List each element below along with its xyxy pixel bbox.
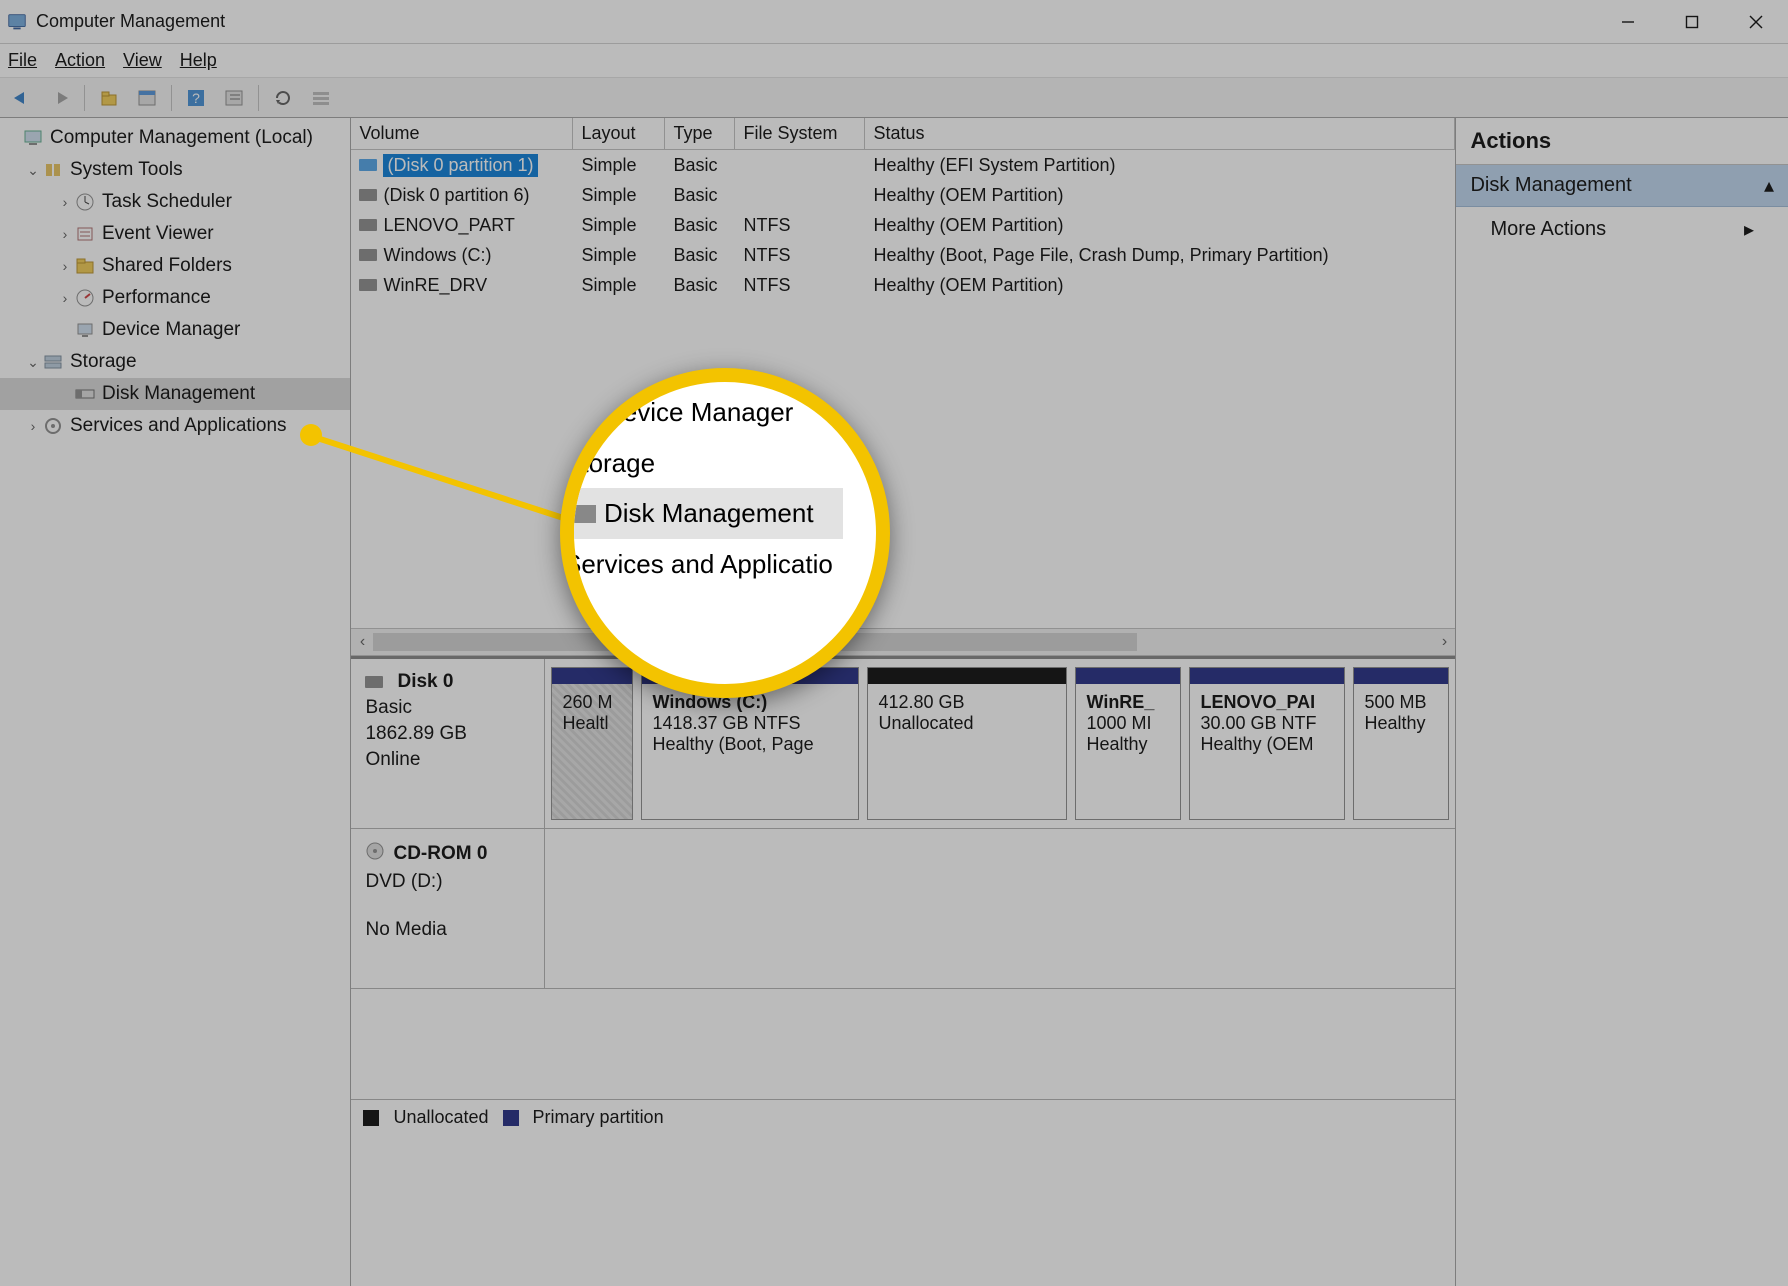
actions-pane: Actions Disk Management ▴ More Actions ▸ — [1456, 118, 1788, 1286]
volume-row[interactable]: Windows (C:)SimpleBasicNTFSHealthy (Boot… — [351, 240, 1455, 270]
col-type[interactable]: Type — [665, 118, 735, 149]
legend-unallocated-swatch — [363, 1110, 379, 1126]
scroll-left-icon[interactable]: ‹ — [351, 633, 373, 651]
maximize-button[interactable] — [1660, 0, 1724, 43]
list-button[interactable] — [305, 83, 337, 113]
back-button[interactable] — [6, 83, 38, 113]
legend-primary-label: Primary partition — [533, 1107, 664, 1128]
app-icon — [6, 11, 28, 33]
legend-unallocated-label: Unallocated — [393, 1107, 488, 1128]
tree-performance[interactable]: ›Performance — [0, 282, 350, 314]
tree-label: Services and Applications — [70, 415, 287, 437]
tree-label: Shared Folders — [102, 255, 232, 277]
volume-row[interactable]: (Disk 0 partition 6)SimpleBasicHealthy (… — [351, 180, 1455, 210]
tree-task-scheduler[interactable]: ›Task Scheduler — [0, 186, 350, 218]
tree-label: Computer Management (Local) — [50, 127, 313, 149]
close-button[interactable] — [1724, 0, 1788, 43]
tree-disk-management[interactable]: Disk Management — [0, 378, 350, 410]
tree-root[interactable]: Computer Management (Local) — [0, 122, 350, 154]
scroll-right-icon[interactable]: › — [1433, 633, 1455, 651]
menu-action[interactable]: Action — [55, 50, 105, 71]
window-title: Computer Management — [36, 11, 1596, 32]
tree-label: Task Scheduler — [102, 191, 232, 213]
tree-device-manager[interactable]: Device Manager — [0, 314, 350, 346]
refresh-button[interactable] — [267, 83, 299, 113]
center-pane: Volume Layout Type File System Status (D… — [351, 118, 1456, 1286]
svg-text:?: ? — [192, 90, 200, 106]
tree-shared-folders[interactable]: ›Shared Folders — [0, 250, 350, 282]
tree-label: Device Manager — [102, 319, 240, 341]
partition-box[interactable]: WinRE_1000 MIHealthy — [1075, 667, 1181, 820]
folder-share-icon — [74, 255, 96, 277]
tree-label: Event Viewer — [102, 223, 214, 245]
legend: Unallocated Primary partition — [351, 1099, 1455, 1135]
collapse-icon: ▴ — [1764, 173, 1774, 198]
disk-mgmt-icon — [74, 383, 96, 405]
partition-box[interactable]: LENOVO_PAI30.00 GB NTFHealthy (OEM — [1189, 667, 1345, 820]
partition-box[interactable]: 412.80 GBUnallocated — [867, 667, 1067, 820]
col-filesystem[interactable]: File System — [735, 118, 865, 149]
volume-rows: (Disk 0 partition 1)SimpleBasicHealthy (… — [351, 150, 1455, 300]
legend-primary-swatch — [503, 1110, 519, 1126]
tree-system-tools[interactable]: ⌄System Tools — [0, 154, 350, 186]
h-scrollbar[interactable]: ‹ › — [351, 628, 1455, 656]
volume-icon — [359, 159, 377, 171]
volume-icon — [359, 219, 377, 231]
col-layout[interactable]: Layout — [573, 118, 665, 149]
disk-icon — [365, 676, 383, 688]
storage-icon — [42, 351, 64, 373]
cdrom-icon — [365, 841, 385, 867]
actions-header: Actions — [1456, 118, 1788, 165]
volume-icon — [359, 249, 377, 261]
tree-services-apps[interactable]: ›Services and Applications — [0, 410, 350, 442]
tree-event-viewer[interactable]: ›Event Viewer — [0, 218, 350, 250]
computer-icon — [22, 127, 44, 149]
cdrom-info[interactable]: CD-ROM 0 DVD (D:) No Media — [351, 829, 545, 988]
minimize-button[interactable] — [1596, 0, 1660, 43]
volume-row[interactable]: (Disk 0 partition 1)SimpleBasicHealthy (… — [351, 150, 1455, 180]
menu-help[interactable]: Help — [180, 50, 217, 71]
volume-icon — [359, 189, 377, 201]
toolbar: ? — [0, 78, 1788, 118]
gauge-icon — [74, 287, 96, 309]
tree-label: Storage — [70, 351, 137, 373]
volume-row[interactable]: LENOVO_PARTSimpleBasicNTFSHealthy (OEM P… — [351, 210, 1455, 240]
actions-more[interactable]: More Actions ▸ — [1456, 207, 1788, 252]
partition-box[interactable]: Windows (C:)1418.37 GB NTFSHealthy (Boot… — [641, 667, 859, 820]
menu-bar: File Action View Help — [0, 44, 1788, 78]
up-button[interactable] — [93, 83, 125, 113]
event-icon — [74, 223, 96, 245]
partition-box[interactable]: 500 MBHealthy — [1353, 667, 1449, 820]
window-controls — [1596, 0, 1788, 43]
tree-pane: Computer Management (Local) ⌄System Tool… — [0, 118, 351, 1286]
tree-storage[interactable]: ⌄Storage — [0, 346, 350, 378]
col-status[interactable]: Status — [865, 118, 1455, 149]
volume-icon — [359, 279, 377, 291]
forward-button[interactable] — [44, 83, 76, 113]
tree-label: Performance — [102, 287, 211, 309]
disk-row-0: Disk 0 Basic 1862.89 GB Online 260 MHeal… — [351, 659, 1455, 829]
clock-icon — [74, 191, 96, 213]
title-bar: Computer Management — [0, 0, 1788, 44]
partition-box[interactable]: 260 MHealtl — [551, 667, 633, 820]
disk0-info[interactable]: Disk 0 Basic 1862.89 GB Online — [351, 659, 545, 828]
help-button[interactable]: ? — [180, 83, 212, 113]
volume-row[interactable]: WinRE_DRVSimpleBasicNTFSHealthy (OEM Par… — [351, 270, 1455, 300]
menu-view[interactable]: View — [123, 50, 162, 71]
device-icon — [74, 319, 96, 341]
volume-table-header: Volume Layout Type File System Status — [351, 118, 1455, 150]
disk-row-cdrom: CD-ROM 0 DVD (D:) No Media — [351, 829, 1455, 989]
view-settings-button[interactable] — [218, 83, 250, 113]
actions-section[interactable]: Disk Management ▴ — [1456, 165, 1788, 207]
menu-file[interactable]: File — [8, 50, 37, 71]
col-volume[interactable]: Volume — [351, 118, 573, 149]
properties-button[interactable] — [131, 83, 163, 113]
chevron-right-icon: ▸ — [1744, 217, 1754, 242]
tools-icon — [42, 159, 64, 181]
disk-map: Disk 0 Basic 1862.89 GB Online 260 MHeal… — [351, 658, 1455, 1099]
services-icon — [42, 415, 64, 437]
tree-label: System Tools — [70, 159, 183, 181]
tree-label: Disk Management — [102, 383, 255, 405]
